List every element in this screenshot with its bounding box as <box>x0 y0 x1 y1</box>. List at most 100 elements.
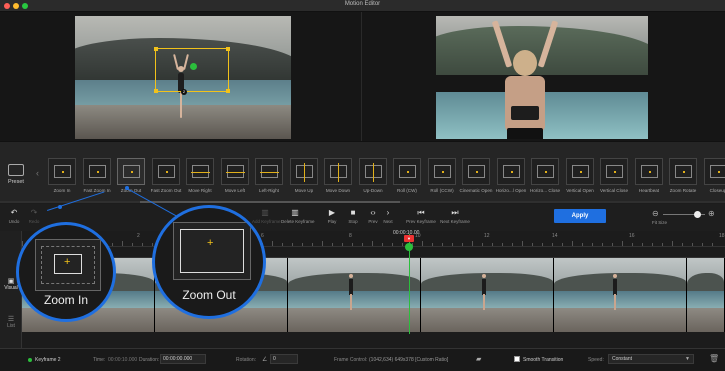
video-track[interactable] <box>22 257 725 332</box>
video-clip-thumbnail[interactable] <box>288 258 421 332</box>
angle-icon: ∠ <box>262 357 268 363</box>
timeline-ruler[interactable]: 24681012141618 <box>22 233 725 247</box>
video-clip-thumbnail[interactable] <box>421 258 554 332</box>
ruler-tick <box>392 243 393 246</box>
preset-label: Fast Zoom In <box>83 188 111 193</box>
frame-edit-icon[interactable]: ▰ <box>476 355 481 363</box>
preset-tile-closeup[interactable] <box>704 158 725 185</box>
preset-tile-horizo-l-open[interactable] <box>497 158 525 185</box>
redo-icon: ↷ <box>30 208 38 217</box>
ruler-tick <box>482 243 483 246</box>
redo-button[interactable]: ↷ Redo <box>22 208 46 224</box>
preset-label: Horizo...l Open <box>495 188 527 193</box>
ruler-tick <box>702 243 703 246</box>
ruler-tick <box>542 243 543 246</box>
add-keyframe-icon: ▥ <box>261 208 269 217</box>
next-keyframe-button[interactable]: ⏭ Next Keyframe <box>440 208 470 224</box>
zoom-in-icon[interactable]: ⊕ <box>708 209 715 218</box>
output-subject <box>491 20 561 139</box>
toolbar: ↶ Undo ↷ Redo ▥ Add Keyframe ▥ Delete Keyfra… <box>0 204 725 231</box>
ruler-tick <box>122 241 123 246</box>
resize-handle[interactable] <box>154 89 158 93</box>
resize-handle[interactable] <box>226 89 230 93</box>
preset-tile-move-left[interactable] <box>221 158 249 185</box>
rotation-field[interactable]: 0 <box>270 354 298 364</box>
keyframe-marker[interactable] <box>405 243 413 251</box>
keyframe-selection-box[interactable]: 2 <box>154 47 230 95</box>
preset-tile-move-up[interactable] <box>290 158 318 185</box>
preset-tile-vertical-open[interactable] <box>566 158 594 185</box>
trash-icon[interactable]: 🗑 <box>709 354 719 363</box>
preset-tile-cinematic-open[interactable] <box>462 158 490 185</box>
video-clip-thumbnail[interactable] <box>554 258 687 332</box>
ruler-tick <box>372 241 373 246</box>
delete-keyframe-icon: ▥ <box>291 208 299 217</box>
keyframe-dot-icon <box>28 358 32 362</box>
preset-tile-up-down[interactable] <box>359 158 387 185</box>
preset-tile-zoom-in[interactable] <box>48 158 76 185</box>
playhead-marker[interactable]: ▼ <box>404 235 414 242</box>
zoom-out-magnifier: + Zoom Out <box>152 205 266 319</box>
resize-handle[interactable] <box>226 47 230 51</box>
add-keyframe-button[interactable]: ▥ Add Keyframe <box>252 208 281 224</box>
frame-control-value: (1042,634) 649x378 [Custom Ratio] <box>369 357 449 363</box>
resize-handle[interactable] <box>154 47 158 51</box>
film-icon <box>8 164 24 176</box>
apply-button[interactable]: Apply <box>554 209 606 223</box>
callout-dot <box>58 205 62 209</box>
ruler-tick <box>272 241 273 246</box>
preset-tile-horizo-close[interactable] <box>531 158 559 185</box>
frame-control-label: Frame Control: <box>334 357 368 363</box>
source-preview[interactable]: 2 <box>75 16 291 139</box>
preset-label: Heartbeat <box>638 188 660 193</box>
preset-tile-zoom-rotate[interactable] <box>669 158 697 185</box>
preset-tile-move-down[interactable] <box>324 158 352 185</box>
preset-label: Horizo... Close <box>529 188 561 193</box>
zoom-out-callout-label: Zoom Out <box>182 288 236 302</box>
preset-tile-heartbeat[interactable] <box>635 158 663 185</box>
preset-label: Vertical Open <box>566 188 594 193</box>
preset-button[interactable]: Preset <box>3 164 29 190</box>
preview-area: 2 <box>0 12 725 141</box>
zoom-in-magnifier: + Zoom In <box>16 222 116 322</box>
prev-keyframe-button[interactable]: ⏮ Prev Keyframe <box>406 208 436 224</box>
next-keyframe-icon: ⏭ <box>451 208 459 217</box>
preset-label: Roll (CW) <box>397 188 417 193</box>
preset-tile-move-right[interactable] <box>186 158 214 185</box>
preset-tile-vertical-close[interactable] <box>600 158 628 185</box>
delete-keyframe-button[interactable]: ▥ Delete Keyframe <box>281 208 315 224</box>
ruler-tick <box>682 243 683 246</box>
preview-divider <box>361 12 362 141</box>
ruler-tick <box>642 243 643 246</box>
preset-label: Move Left <box>224 188 246 193</box>
preset-label: Roll (CCW) <box>430 188 454 193</box>
tab-list[interactable]: ☰ List <box>2 315 20 329</box>
rotate-handle[interactable] <box>190 63 197 70</box>
ruler-tick <box>452 243 453 246</box>
preset-tile-roll-ccw-[interactable] <box>428 158 456 185</box>
zoom-slider-knob[interactable] <box>694 211 701 218</box>
smooth-transition-checkbox[interactable] <box>514 356 520 362</box>
fit-size-button[interactable]: Fit Size <box>652 220 667 225</box>
scroll-left-arrow-icon[interactable]: ‹ <box>36 168 39 178</box>
ruler-tick <box>132 243 133 246</box>
preset-tile-roll-cw-[interactable] <box>393 158 421 185</box>
preset-tile-left-right[interactable] <box>255 158 283 185</box>
preset-tile-fast-zoom-in[interactable] <box>83 158 111 185</box>
ruler-tick <box>342 243 343 246</box>
ruler-tick <box>442 243 443 246</box>
duration-field[interactable]: 00:00:00.000 <box>160 354 206 364</box>
next-frame-button[interactable]: › Next <box>376 208 400 224</box>
preset-label: Closeup <box>709 188 725 193</box>
preset-tile-fast-zoom-out[interactable] <box>152 158 180 185</box>
ruler-tick <box>472 241 473 246</box>
preset-scrollbar-thumb[interactable] <box>140 201 400 203</box>
video-clip-thumbnail[interactable] <box>687 258 725 332</box>
preset-scrollbar[interactable] <box>0 201 725 203</box>
clip-subject <box>612 274 618 310</box>
speed-select[interactable]: Constant ▼ <box>608 354 694 364</box>
ruler-tick <box>152 243 153 246</box>
plus-icon: + <box>207 237 214 249</box>
zoom-out-icon[interactable]: ⊖ <box>652 209 659 218</box>
preset-tile-zoom-out[interactable] <box>117 158 145 185</box>
